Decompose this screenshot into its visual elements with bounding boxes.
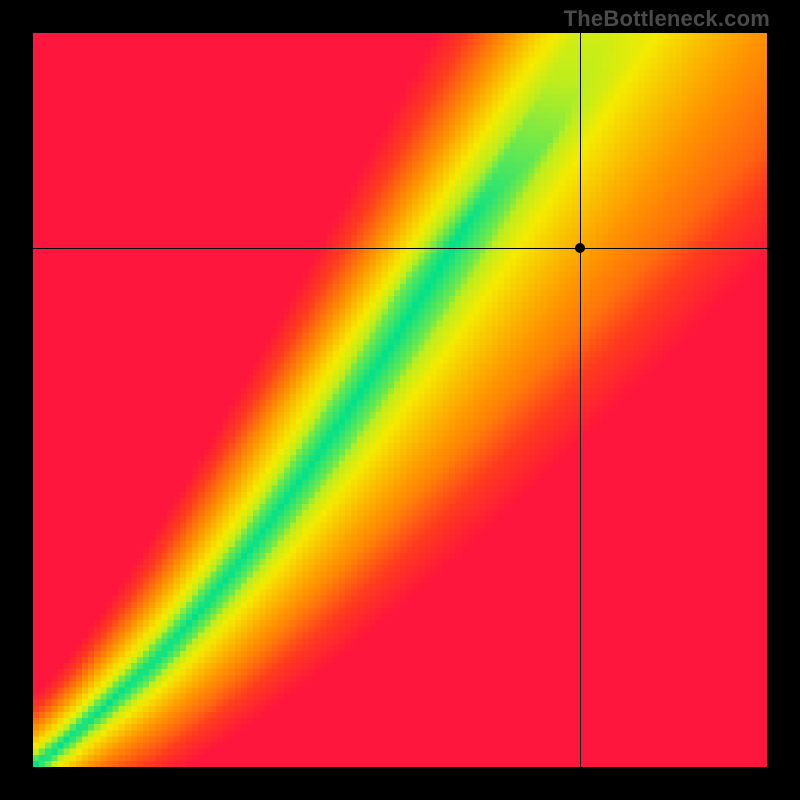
chart-frame: TheBottleneck.com — [0, 0, 800, 800]
heatmap-canvas — [33, 33, 767, 767]
watermark-text: TheBottleneck.com — [564, 6, 770, 32]
selection-dot — [575, 243, 585, 253]
heatmap-plot — [33, 33, 767, 767]
crosshair-vertical — [580, 33, 581, 767]
crosshair-horizontal — [33, 248, 767, 249]
